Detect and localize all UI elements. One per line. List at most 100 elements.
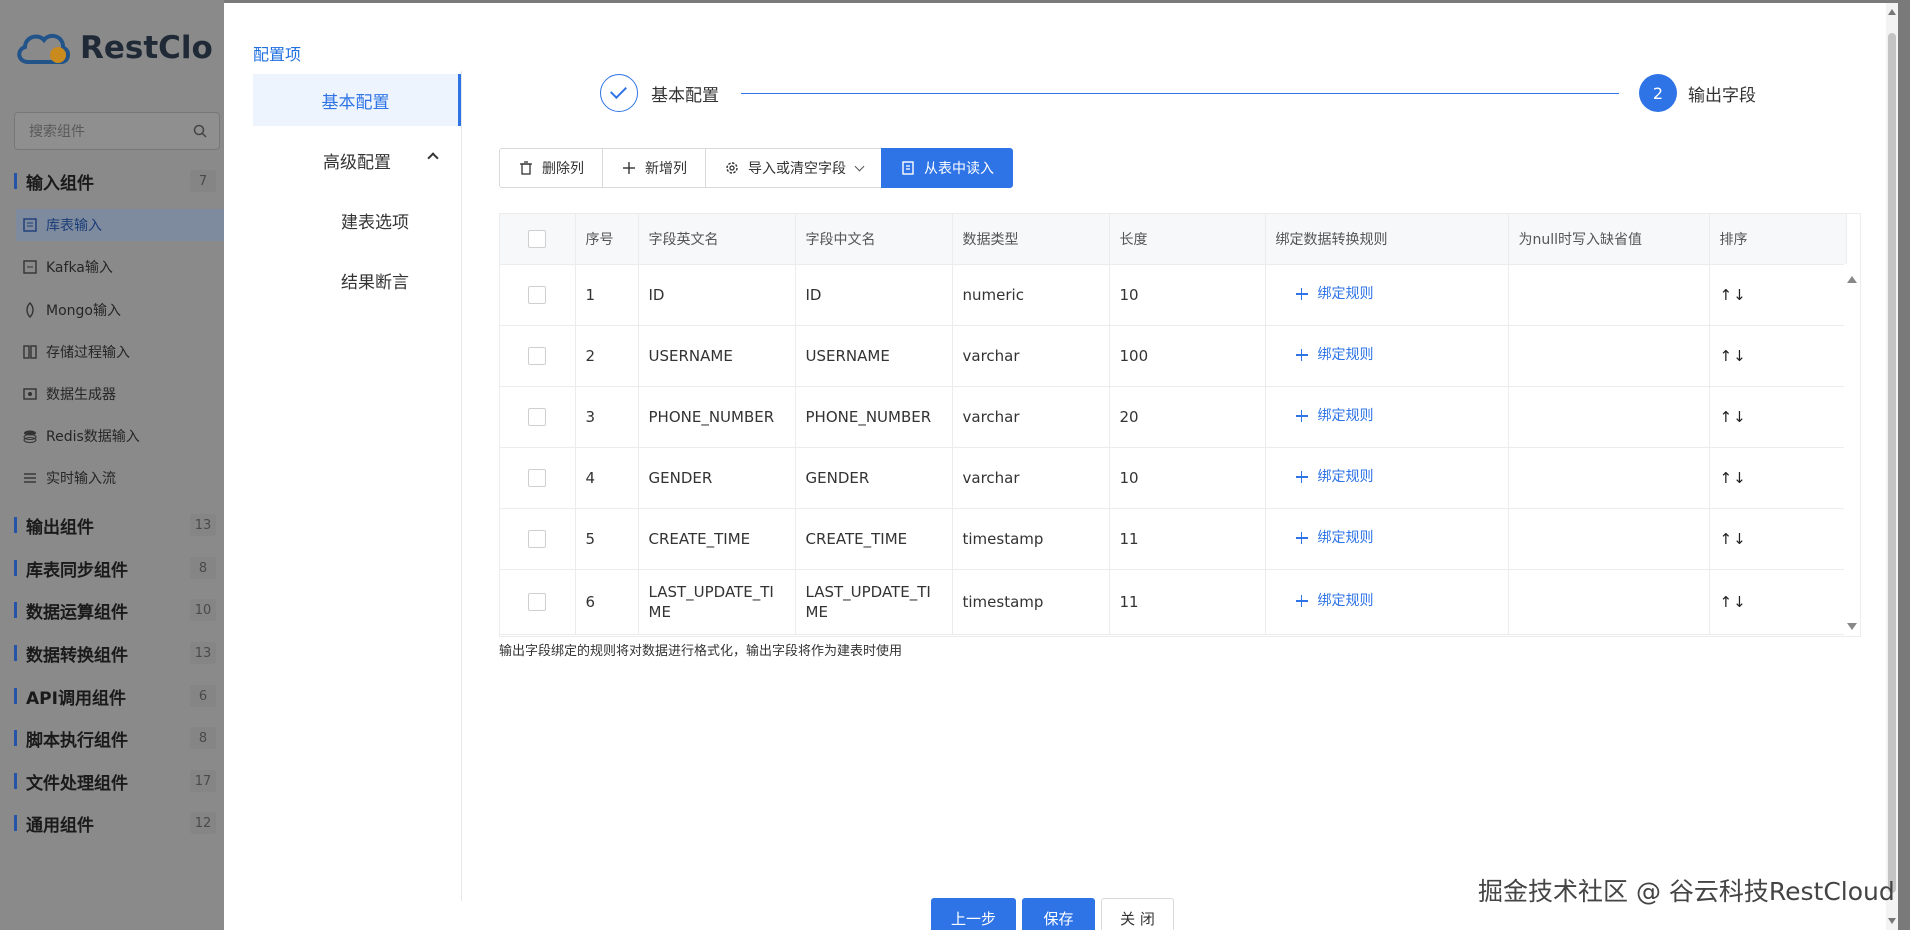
cell-type[interactable]: varchar: [952, 386, 1110, 448]
component-item-redis-input[interactable]: Redis数据输入: [16, 420, 224, 452]
cell-type[interactable]: timestamp: [952, 508, 1110, 570]
cell-type[interactable]: timestamp: [952, 569, 1110, 635]
group-script-exec[interactable]: 脚本执行组件 8: [14, 723, 224, 753]
side-nav-result-assert[interactable]: 结果断言: [253, 254, 461, 306]
sort-arrows-icon[interactable]: ↑↓: [1720, 408, 1747, 426]
cell-length[interactable]: 11: [1109, 508, 1266, 570]
cell-null-default[interactable]: [1508, 325, 1710, 387]
col-header: 为null时写入缺省值: [1508, 214, 1710, 265]
cell-length[interactable]: 100: [1109, 325, 1266, 387]
modal-footer: 上一步 保存 关 闭: [931, 898, 1174, 930]
cell-null-default[interactable]: [1508, 264, 1710, 326]
sort-arrows-icon[interactable]: ↑↓: [1720, 530, 1747, 548]
row-checkbox[interactable]: [528, 286, 547, 304]
cell-en-name[interactable]: ID: [638, 264, 796, 326]
add-column-button[interactable]: 新增列: [602, 148, 706, 188]
row-checkbox[interactable]: [528, 593, 547, 611]
read-from-table-button[interactable]: 从表中读入: [881, 148, 1013, 188]
component-item-kafka-input[interactable]: Kafka输入: [16, 251, 224, 283]
gear-icon: [726, 162, 738, 174]
cell-bind-rule: 绑定规则: [1265, 569, 1509, 635]
scrollbar-thumb[interactable]: [1888, 33, 1896, 893]
cell-en-name[interactable]: PHONE_NUMBER: [638, 386, 796, 448]
side-nav-table-options[interactable]: 建表选项: [253, 194, 461, 246]
bind-rule-link[interactable]: 绑定规则: [1295, 467, 1374, 487]
bind-rule-label: 绑定规则: [1317, 408, 1374, 424]
cell-null-default[interactable]: [1508, 386, 1710, 448]
cell-cn-name[interactable]: PHONE_NUMBER: [795, 386, 953, 448]
cell-length[interactable]: 10: [1109, 264, 1266, 326]
cell-cn-name[interactable]: CREATE_TIME: [795, 508, 953, 570]
row-checkbox[interactable]: [528, 469, 547, 487]
side-nav-advanced[interactable]: 高级配置: [253, 134, 461, 186]
component-item-realtime-stream[interactable]: 实时输入流: [16, 462, 224, 494]
app-logo: RestClo: [14, 26, 213, 70]
logo-text: RestClo: [80, 30, 213, 66]
bind-rule-link[interactable]: 绑定规则: [1295, 345, 1374, 365]
side-nav-basic[interactable]: 基本配置: [253, 74, 461, 126]
cell-length[interactable]: 11: [1109, 569, 1266, 635]
cell-length[interactable]: 10: [1109, 447, 1266, 509]
scroll-up-arrow-icon[interactable]: [1847, 276, 1857, 283]
cell-length[interactable]: 20: [1109, 386, 1266, 448]
cell-null-default[interactable]: [1508, 447, 1710, 509]
cell-en-name[interactable]: USERNAME: [638, 325, 796, 387]
cell-type[interactable]: varchar: [952, 325, 1110, 387]
sort-arrows-icon[interactable]: ↑↓: [1720, 347, 1747, 365]
import-clear-dropdown[interactable]: 导入或清空字段: [705, 148, 882, 188]
cell-cn-name[interactable]: ID: [795, 264, 953, 326]
bind-rule-link[interactable]: 绑定规则: [1295, 591, 1374, 611]
cell-en-name[interactable]: GENDER: [638, 447, 796, 509]
row-checkbox[interactable]: [528, 347, 547, 365]
table-scrollbar[interactable]: [1844, 264, 1860, 636]
group-general[interactable]: 通用组件 12: [14, 808, 224, 838]
row-checkbox[interactable]: [528, 408, 547, 426]
select-all-checkbox[interactable]: [528, 229, 547, 248]
scroll-down-arrow-icon[interactable]: [1847, 623, 1857, 630]
cell-type[interactable]: numeric: [952, 264, 1110, 326]
bind-rule-link[interactable]: 绑定规则: [1295, 406, 1374, 426]
cell-en-name[interactable]: CREATE_TIME: [638, 508, 796, 570]
component-item-procedure-input[interactable]: 存储过程输入: [16, 336, 224, 368]
group-input[interactable]: 输入组件 7: [14, 166, 224, 196]
prev-step-button[interactable]: 上一步: [931, 898, 1016, 930]
group-output[interactable]: 输出组件 13: [14, 510, 224, 540]
component-item-table-input[interactable]: 库表输入: [16, 209, 224, 241]
group-file-process[interactable]: 文件处理组件 17: [14, 766, 224, 796]
group-api-call[interactable]: API调用组件 6: [14, 681, 224, 711]
cell-cn-name[interactable]: GENDER: [795, 447, 953, 509]
scroll-down-arrow-icon[interactable]: [1888, 918, 1896, 924]
cell-en-name[interactable]: LAST_UPDATE_TIME: [638, 569, 796, 635]
component-item-mongo-input[interactable]: Mongo输入: [16, 294, 224, 326]
sort-arrows-icon[interactable]: ↑↓: [1720, 593, 1747, 611]
component-item-data-generator[interactable]: 数据生成器: [16, 378, 224, 410]
sort-arrows-icon[interactable]: ↑↓: [1720, 286, 1747, 304]
side-nav-label: 高级配置: [323, 152, 391, 173]
group-count: 12: [190, 812, 216, 834]
bind-rule-link[interactable]: 绑定规则: [1295, 528, 1374, 548]
save-button[interactable]: 保存: [1022, 898, 1095, 930]
delete-column-button[interactable]: 删除列: [499, 148, 603, 188]
bind-rule-link[interactable]: 绑定规则: [1295, 284, 1374, 304]
cell-null-default[interactable]: [1508, 508, 1710, 570]
step-done-marker[interactable]: [600, 74, 638, 112]
cell-sort: ↑↓: [1709, 264, 1847, 326]
group-data-transform[interactable]: 数据转换组件 13: [14, 638, 224, 668]
cell-null-default[interactable]: [1508, 569, 1710, 635]
group-label: 数据转换组件: [26, 645, 128, 666]
sort-arrows-icon[interactable]: ↑↓: [1720, 469, 1747, 487]
cell-type[interactable]: varchar: [952, 447, 1110, 509]
cell-cn-name[interactable]: LAST_UPDATE_TIME: [795, 569, 953, 635]
row-checkbox[interactable]: [528, 530, 547, 548]
scroll-up-arrow-icon[interactable]: [1888, 9, 1896, 15]
step-1-label[interactable]: 基本配置: [651, 81, 719, 106]
modal-scrollbar[interactable]: [1886, 3, 1898, 930]
group-count: 13: [190, 642, 216, 664]
group-table-sync[interactable]: 库表同步组件 8: [14, 553, 224, 583]
group-data-compute[interactable]: 数据运算组件 10: [14, 595, 224, 625]
component-search-input[interactable]: 搜索组件: [14, 112, 220, 150]
col-header: 排序: [1709, 214, 1847, 265]
col-header: 数据类型: [952, 214, 1110, 265]
cell-cn-name[interactable]: USERNAME: [795, 325, 953, 387]
close-button[interactable]: 关 闭: [1101, 898, 1174, 930]
